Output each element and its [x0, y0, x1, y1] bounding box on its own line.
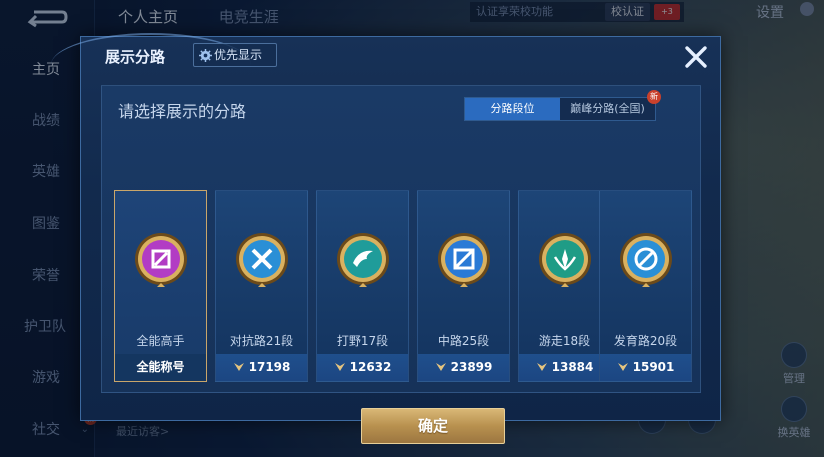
lane-name: 发育路20段: [613, 334, 678, 348]
lane-name: 游走18段: [538, 334, 591, 348]
lane-card-jungle[interactable]: 打野17段 12632: [316, 190, 409, 382]
tab-peak-lane-label: 巅峰分路(全国): [570, 102, 645, 115]
lane-name: 打野17段: [336, 334, 389, 348]
lane-score: 23899: [450, 360, 493, 374]
clash-lane-icon: [236, 233, 288, 287]
mid-lane-icon: [438, 233, 490, 287]
lane-score-bar: 23899: [418, 354, 509, 381]
lane-score: 12632: [349, 360, 392, 374]
priority-display-label: 优先显示: [214, 48, 263, 62]
tab-peak-lane[interactable]: 巅峰分路(全国) 新: [560, 90, 661, 120]
lane-score-bar: 13884: [519, 354, 610, 381]
lane-card-clash[interactable]: 对抗路21段 17198: [215, 190, 308, 382]
select-prompt: 请选择展示的分路: [118, 102, 247, 121]
lane-name: 全能高手: [136, 334, 185, 348]
close-icon[interactable]: [684, 45, 708, 69]
rank-point-icon: [233, 363, 244, 371]
lane-score-bar: 17198: [216, 354, 307, 381]
lane-score-bar: 15901: [600, 354, 691, 381]
show-lane-dialog: 展示分路 优先显示 请选择展示的分路 分路段位 巅峰分路(全国) 新 全能高手 …: [51, 33, 721, 444]
roam-lane-icon: [539, 233, 591, 287]
confirm-button[interactable]: 确定: [361, 408, 505, 444]
lane-score: 13884: [551, 360, 594, 374]
rank-point-icon: [435, 363, 446, 371]
jungle-lane-icon: [337, 233, 389, 287]
priority-display-button[interactable]: 优先显示: [193, 43, 277, 67]
lane-card-allround[interactable]: 全能高手 全能称号: [114, 190, 207, 382]
lane-mode-toggle: 分路段位 巅峰分路(全国) 新: [464, 90, 661, 121]
lane-title: 全能称号: [115, 354, 206, 381]
lane-score-bar: 12632: [317, 354, 408, 381]
lane-name: 对抗路21段: [229, 334, 294, 348]
allround-emblem-icon: [135, 233, 187, 287]
rank-point-icon: [334, 363, 345, 371]
lane-card-mid[interactable]: 中路25段 23899: [417, 190, 510, 382]
lane-score: 15901: [632, 360, 675, 374]
gear-icon: [199, 49, 212, 62]
dialog-title: 展示分路: [105, 48, 166, 66]
lane-card-roam[interactable]: 游走18段 13884: [518, 190, 611, 382]
new-badge: 新: [647, 90, 661, 104]
lane-score: 17198: [248, 360, 291, 374]
tab-lane-rank[interactable]: 分路段位: [465, 98, 560, 120]
rank-point-icon: [536, 363, 547, 371]
lane-name: 中路25段: [437, 334, 490, 348]
lane-card-farm[interactable]: 发育路20段 15901: [599, 190, 692, 382]
rank-point-icon: [617, 363, 628, 371]
farm-lane-icon: [620, 233, 672, 287]
lane-panel: 请选择展示的分路 分路段位 巅峰分路(全国) 新 全能高手 全能称号 对抗路21…: [101, 85, 701, 444]
